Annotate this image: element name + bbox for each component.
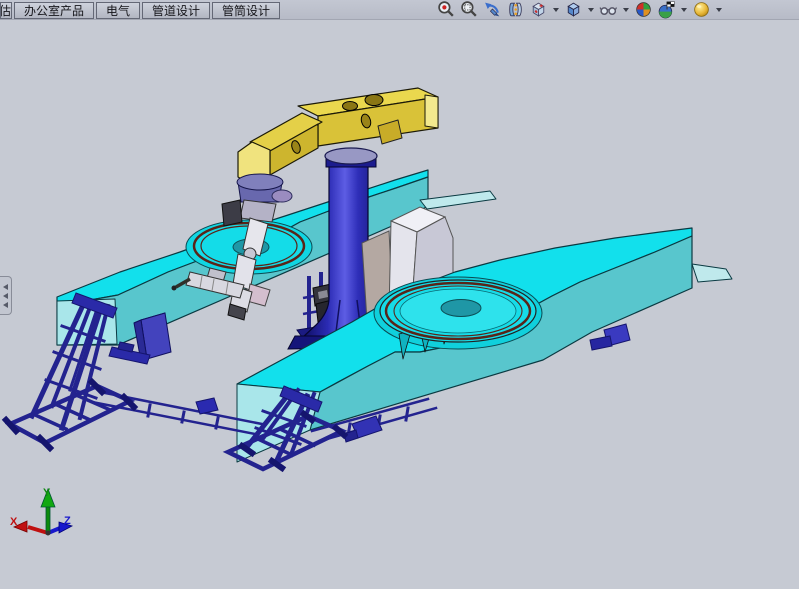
graphics-area[interactable]: X Y Z [0, 0, 799, 589]
display-style-dropdown-icon[interactable] [587, 3, 595, 17]
tab-electrical[interactable]: 电气 [96, 2, 140, 19]
triad-y-label: Y [43, 487, 51, 499]
heads-up-view-toolbar [437, 0, 723, 19]
feature-panel-collapse-handle[interactable] [0, 276, 12, 315]
tab-evaluate-clipped[interactable]: 估 [0, 2, 12, 19]
triad-x-label: X [10, 516, 18, 528]
section-view-icon[interactable] [506, 0, 525, 19]
hide-show-items-icon[interactable] [599, 0, 618, 19]
right-beam-rotary-disc[interactable] [380, 280, 536, 342]
tab-piping-design[interactable]: 管道设计 [142, 2, 210, 19]
view-settings-dropdown-icon[interactable] [715, 3, 723, 17]
view-settings-icon[interactable] [692, 0, 711, 19]
edit-appearance-icon[interactable] [634, 0, 653, 19]
collapse-arrow-icon [3, 293, 8, 299]
tab-label: 管筒设计 [222, 2, 270, 19]
tab-label: 管道设计 [152, 2, 200, 19]
triad-z-label: Z [64, 515, 71, 527]
apply-scene-dropdown-icon[interactable] [680, 3, 688, 17]
zoom-to-fit-icon[interactable] [437, 0, 456, 19]
collapse-arrow-icon [3, 284, 8, 290]
hide-show-items-dropdown-icon[interactable] [622, 3, 630, 17]
column-top-flange [325, 148, 377, 164]
tab-office-products[interactable]: 办公室产品 [14, 2, 94, 19]
zoom-to-area-icon[interactable] [460, 0, 479, 19]
tab-label: 电气 [106, 2, 130, 19]
tab-label: 估 [0, 2, 11, 19]
tab-label: 办公室产品 [24, 2, 84, 19]
command-tab-bar: 估 办公室产品 电气 管道设计 管筒设计 [0, 0, 799, 20]
view-orientation-dropdown-icon[interactable] [552, 3, 560, 17]
cad-application-window: X Y Z 估 办公室产品 电气 管道设计 管筒设计 [0, 0, 799, 589]
display-style-icon[interactable] [564, 0, 583, 19]
previous-view-icon[interactable] [483, 0, 502, 19]
apply-scene-icon[interactable] [657, 0, 676, 19]
collapse-arrow-icon [3, 302, 8, 308]
view-orientation-icon[interactable] [529, 0, 548, 19]
tab-tubing-design[interactable]: 管筒设计 [212, 2, 280, 19]
